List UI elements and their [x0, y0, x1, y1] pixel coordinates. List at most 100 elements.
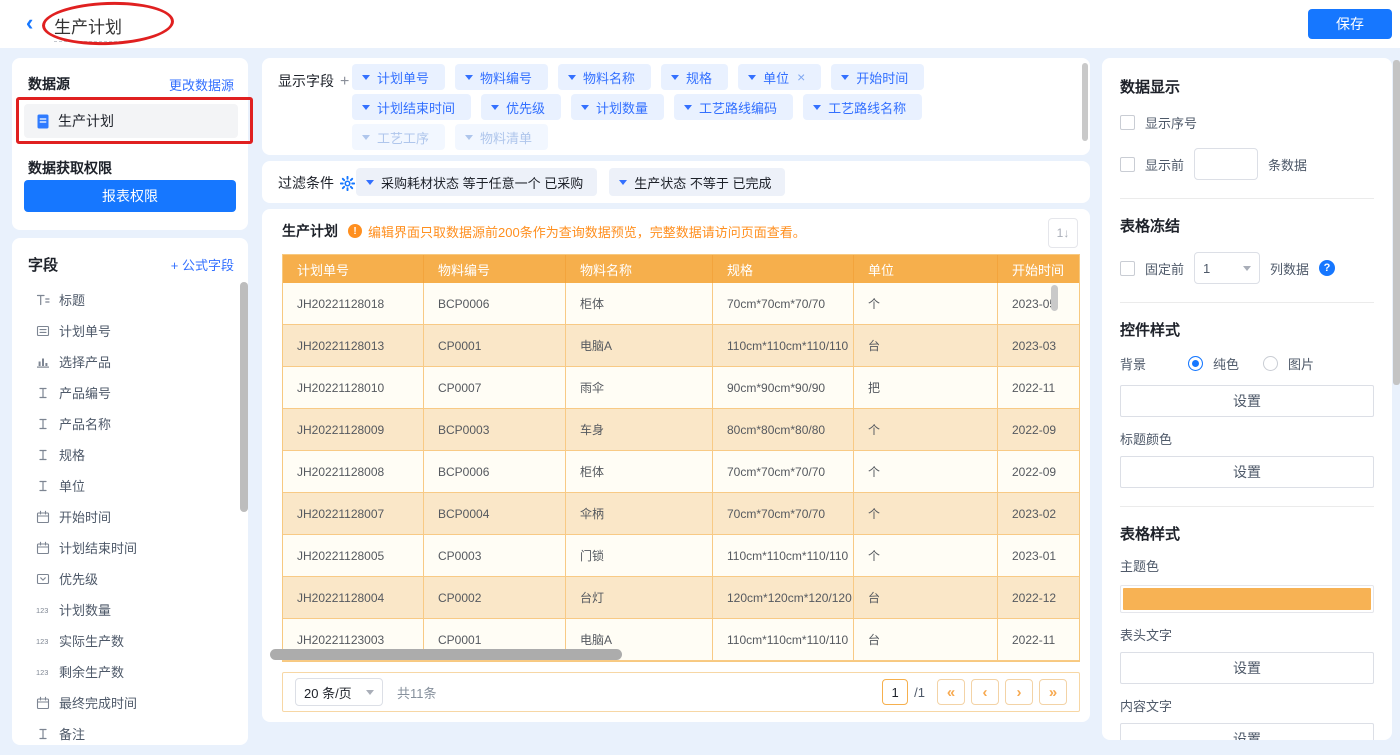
- fields-scrollbar[interactable]: [240, 282, 248, 512]
- fix-columns-checkbox[interactable]: [1120, 261, 1135, 276]
- change-datasource-link[interactable]: 更改数据源: [169, 75, 234, 94]
- field-item[interactable]: 选择产品: [22, 346, 230, 377]
- cell: 台: [854, 619, 998, 660]
- display-field-tag[interactable]: 优先级: [481, 94, 561, 120]
- field-item[interactable]: 最终完成时间: [22, 687, 230, 718]
- report-permission-button[interactable]: 报表权限: [24, 180, 236, 212]
- table-horizontal-scrollbar[interactable]: [270, 649, 622, 660]
- column-header[interactable]: 物料名称: [566, 255, 713, 283]
- top-bar: ‹ 生产计划 保存: [0, 0, 1400, 48]
- table-vertical-scrollbar[interactable]: [1051, 285, 1058, 311]
- first-page-button[interactable]: «: [937, 679, 965, 705]
- table-row[interactable]: JH20221128018BCP0006柜体70cm*70cm*70/70个20…: [283, 283, 1080, 325]
- column-header[interactable]: 开始时间: [998, 255, 1080, 283]
- sort-order-tool-icon[interactable]: 1↓: [1048, 218, 1078, 248]
- display-field-tag[interactable]: 计划数量: [571, 94, 664, 120]
- column-header[interactable]: 单位: [854, 255, 998, 283]
- background-set-button[interactable]: 设置: [1120, 385, 1374, 417]
- table-row[interactable]: JH20221128008BCP0006柜体70cm*70cm*70/70个20…: [283, 451, 1080, 493]
- content-text-set-button[interactable]: 设置: [1120, 723, 1374, 740]
- field-item[interactable]: 备注: [22, 718, 230, 745]
- display-field-tag-disabled[interactable]: 工艺工序: [352, 124, 445, 150]
- add-formula-field-link[interactable]: + 公式字段: [171, 255, 234, 274]
- column-header[interactable]: 计划单号: [283, 255, 424, 283]
- column-header[interactable]: 物料编号: [424, 255, 566, 283]
- table-row[interactable]: JH20221128007BCP0004伞柄70cm*70cm*70/70个20…: [283, 493, 1080, 535]
- display-field-tag[interactable]: 规格: [661, 64, 728, 90]
- field-item[interactable]: 计划结束时间: [22, 532, 230, 563]
- background-label: 背景: [1120, 354, 1178, 373]
- field-item[interactable]: 123计划数量: [22, 594, 230, 625]
- last-page-button[interactable]: »: [1039, 679, 1067, 705]
- datasource-item[interactable]: 生产计划: [24, 104, 238, 138]
- close-icon[interactable]: ×: [797, 70, 805, 84]
- chevron-down-icon: [619, 180, 627, 189]
- column-header[interactable]: 规格: [713, 255, 854, 283]
- condition-text: 生产状态 不等于 已完成: [634, 173, 771, 192]
- gear-icon[interactable]: [340, 176, 355, 191]
- page-number-input[interactable]: 1: [882, 679, 908, 705]
- table-row[interactable]: JH20221128009BCP0003车身80cm*80cm*80/80个20…: [283, 409, 1080, 451]
- fix-columns-value: 1: [1203, 261, 1210, 276]
- title-color-set-button[interactable]: 设置: [1120, 456, 1374, 488]
- calendar-icon: [36, 696, 50, 710]
- sort-icon[interactable]: [835, 260, 843, 278]
- cell: 2023-02: [998, 493, 1080, 534]
- table-row[interactable]: JH20221128010CP0007雨伞90cm*90cm*90/90把202…: [283, 367, 1080, 409]
- sort-icon[interactable]: [694, 260, 702, 278]
- table-row[interactable]: JH20221128005CP0003门锁110cm*110cm*110/110…: [283, 535, 1080, 577]
- display-fields-scrollbar[interactable]: [1082, 63, 1088, 141]
- field-item[interactable]: 规格: [22, 439, 230, 470]
- table-row[interactable]: JH20221128013CP0001电脑A110cm*110cm*110/11…: [283, 325, 1080, 367]
- field-item[interactable]: 单位: [22, 470, 230, 501]
- add-field-icon[interactable]: +: [340, 73, 349, 90]
- field-item[interactable]: 123实际生产数: [22, 625, 230, 656]
- fix-columns-select[interactable]: 1: [1194, 252, 1260, 284]
- field-label: 产品编号: [59, 383, 111, 402]
- field-item[interactable]: 123剩余生产数: [22, 656, 230, 687]
- field-item[interactable]: 开始时间: [22, 501, 230, 532]
- cell: 个: [854, 493, 998, 534]
- cell: 2022-12: [998, 577, 1080, 618]
- display-field-tag[interactable]: 工艺路线编码: [674, 94, 793, 120]
- filter-condition-tag[interactable]: 生产状态 不等于 已完成: [609, 168, 785, 196]
- display-field-tag-disabled[interactable]: 物料清单: [455, 124, 548, 150]
- display-field-tag[interactable]: 计划结束时间: [352, 94, 471, 120]
- display-field-tag[interactable]: 物料编号: [455, 64, 548, 90]
- field-item[interactable]: 优先级: [22, 563, 230, 594]
- sort-icon[interactable]: [979, 260, 987, 278]
- field-item[interactable]: 标题: [22, 284, 230, 315]
- display-field-tag[interactable]: 物料名称: [558, 64, 651, 90]
- show-serial-checkbox[interactable]: [1120, 115, 1135, 130]
- back-icon[interactable]: ‹: [26, 11, 33, 35]
- field-item[interactable]: 产品名称: [22, 408, 230, 439]
- theme-color-swatch[interactable]: [1120, 585, 1374, 613]
- display-field-tag[interactable]: 计划单号: [352, 64, 445, 90]
- rows-suffix-label: 条数据: [1268, 155, 1307, 174]
- row-limit-input[interactable]: [1194, 148, 1258, 180]
- field-item[interactable]: 产品编号: [22, 377, 230, 408]
- sort-icon[interactable]: [405, 260, 413, 278]
- display-field-tag[interactable]: 工艺路线名称: [803, 94, 922, 120]
- table-row[interactable]: JH20221128004CP0002台灯120cm*120cm*120/120…: [283, 577, 1080, 619]
- prev-page-button[interactable]: ‹: [971, 679, 999, 705]
- theme-color-fill: [1123, 588, 1371, 610]
- next-page-button[interactable]: ›: [1005, 679, 1033, 705]
- header-text-set-button[interactable]: 设置: [1120, 652, 1374, 684]
- sort-icon[interactable]: [547, 260, 555, 278]
- display-field-tag[interactable]: 开始时间: [831, 64, 924, 90]
- help-icon[interactable]: ?: [1319, 260, 1335, 276]
- filter-condition-tag[interactable]: 采购耗材状态 等于任意一个 已采购: [356, 168, 597, 196]
- display-field-tag[interactable]: 单位×: [738, 64, 821, 90]
- save-button[interactable]: 保存: [1308, 9, 1392, 39]
- field-item[interactable]: 计划单号: [22, 315, 230, 346]
- chevron-down-icon: [362, 105, 370, 114]
- cell: BCP0004: [424, 493, 566, 534]
- svg-text:123: 123: [36, 606, 48, 615]
- filter-label: 过滤条件: [278, 173, 355, 193]
- page-size-select[interactable]: 20 条/页: [295, 678, 383, 706]
- image-radio[interactable]: [1263, 356, 1278, 371]
- solid-color-radio[interactable]: [1188, 356, 1203, 371]
- page-scrollbar[interactable]: [1393, 60, 1400, 385]
- show-first-checkbox[interactable]: [1120, 157, 1135, 172]
